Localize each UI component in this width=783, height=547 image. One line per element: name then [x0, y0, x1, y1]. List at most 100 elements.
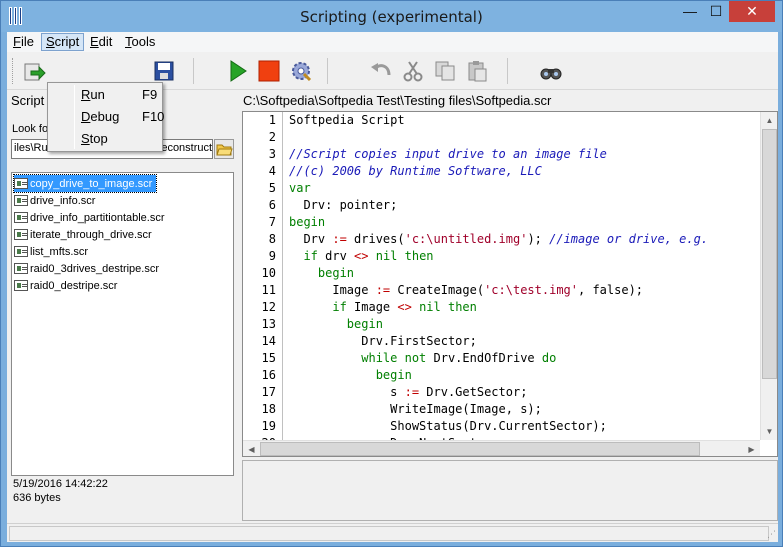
scroll-right-icon[interactable]: ▶	[743, 441, 760, 456]
code-editor[interactable]: 1 Softpedia Script 2 3 //Script copies input…	[242, 111, 778, 457]
line-number: 15	[261, 351, 276, 365]
menu-edit[interactable]: Edit	[86, 34, 116, 51]
script-file-icon	[14, 263, 28, 274]
stop-icon[interactable]	[257, 59, 281, 83]
line-number: 4	[268, 164, 276, 178]
code-text: WriteImage(Image, s);	[289, 402, 542, 416]
menu-file[interactable]: File	[9, 34, 38, 51]
options-gear-icon[interactable]	[289, 59, 313, 83]
menu-tools[interactable]: Tools	[121, 34, 159, 51]
line-number: 5	[268, 181, 276, 195]
script-file-icon	[14, 212, 28, 223]
script-menu-dropdown: Run F9 Debug F10 Stop	[47, 82, 164, 152]
code-text: if drv <> nil then	[303, 249, 434, 263]
script-file-icon	[14, 229, 28, 240]
code-text: Softpedia Script	[289, 113, 405, 127]
line-number: 6	[268, 198, 276, 212]
script-file-list[interactable]: copy_drive_to_image.scr drive_info.scr d…	[11, 172, 234, 476]
scroll-left-icon[interactable]: ◀	[243, 441, 260, 456]
line-number: 18	[261, 402, 276, 416]
menu-bar: File Script Edit Tools	[7, 32, 778, 52]
code-text: s := Drv.GetSector;	[289, 385, 528, 399]
code-text: var	[289, 181, 311, 195]
run-shortcut: F9	[142, 87, 158, 102]
code-text: begin	[346, 317, 383, 331]
code-text: begin	[375, 368, 412, 382]
toolbar-grip[interactable]	[12, 58, 15, 84]
main-window: Scripting (experimental) — ☐ ✕ File Scri…	[0, 0, 783, 547]
toolbar-separator	[507, 58, 508, 84]
script-file-item[interactable]: raid0_3drives_destripe.scr	[14, 260, 163, 277]
toolbar-separator	[193, 58, 194, 84]
code-text: Drv := drives('c:\untitled.img'); //imag…	[289, 232, 709, 246]
undo-icon[interactable]	[369, 59, 393, 83]
run-icon[interactable]	[225, 59, 249, 83]
script-file-item[interactable]: drive_info_partitiontable.scr	[14, 209, 169, 226]
code-text: Drv.FirstSector;	[289, 334, 477, 348]
window-title: Scripting (experimental)	[300, 8, 483, 26]
line-number: 19	[261, 419, 276, 433]
line-number: 12	[261, 300, 276, 314]
file-size: 636 bytes	[13, 492, 61, 504]
code-text: //Script copies input drive to an image …	[289, 147, 607, 161]
script-file-icon	[14, 246, 28, 257]
script-file-item[interactable]: drive_info.scr	[14, 192, 99, 209]
line-number: 3	[268, 147, 276, 161]
toolbar-separator	[327, 58, 328, 84]
vertical-scrollbar[interactable]: ▲ ▼	[760, 112, 777, 440]
scripts-pane: Script Look for scripts in: iles\Runtime…	[7, 91, 237, 521]
editor-file-path: C:\Softpedia\Softpedia Test\Testing file…	[243, 93, 552, 108]
code-text: begin	[317, 266, 355, 280]
line-number: 10	[261, 266, 276, 280]
horizontal-scrollbar[interactable]: ◀ ▶	[243, 440, 760, 456]
script-file-icon	[14, 280, 28, 291]
debug-shortcut: F10	[142, 109, 165, 124]
menu-item-debug[interactable]: Debug F10	[50, 107, 164, 128]
menu-script[interactable]: Script	[41, 33, 85, 51]
script-file-item[interactable]: copy_drive_to_image.scr	[12, 174, 158, 193]
client-area: File Script Edit Tools Script Look for i…	[7, 32, 778, 542]
line-number: 16	[261, 368, 276, 382]
code-text: Image := CreateImage('c:\test.img', fals…	[289, 283, 644, 297]
status-bar: ⋰	[7, 523, 778, 542]
code-text: begin	[289, 215, 326, 229]
maximize-button[interactable]: ☐	[703, 1, 729, 22]
resize-grip-icon[interactable]: ⋰	[764, 528, 776, 540]
script-file-item[interactable]: list_mfts.scr	[14, 243, 92, 260]
browse-folder-button[interactable]	[214, 139, 234, 159]
find-binoculars-icon[interactable]	[539, 59, 563, 83]
menu-item-run[interactable]: Run F9	[50, 85, 160, 106]
script-file-item[interactable]: raid0_destripe.scr	[14, 277, 121, 294]
scripts-header: Script	[11, 93, 45, 108]
line-number: 1	[268, 113, 276, 127]
line-number: 7	[268, 215, 276, 229]
scroll-up-icon[interactable]: ▲	[761, 112, 777, 129]
line-number: 9	[268, 249, 276, 263]
scroll-down-icon[interactable]: ▼	[761, 423, 777, 440]
close-button[interactable]: ✕	[729, 1, 775, 22]
title-bar[interactable]: Scripting (experimental) — ☐ ✕	[1, 1, 782, 32]
folder-icon	[216, 144, 233, 156]
copy-icon[interactable]	[433, 59, 457, 83]
output-panel[interactable]	[242, 460, 778, 521]
horizontal-scroll-thumb[interactable]	[260, 442, 700, 456]
paste-icon[interactable]	[465, 59, 489, 83]
vertical-scroll-thumb[interactable]	[762, 129, 777, 379]
line-number: 11	[261, 283, 276, 297]
script-file-icon	[14, 178, 28, 189]
code-text: while not Drv.EndOfDrive do	[361, 351, 557, 365]
open-script-icon[interactable]	[23, 59, 47, 83]
menu-item-stop[interactable]: Stop	[50, 129, 160, 150]
minimize-button[interactable]: —	[677, 1, 703, 22]
script-file-item[interactable]: iterate_through_drive.scr	[14, 226, 156, 243]
line-number: 13	[261, 317, 276, 331]
code-text: ShowStatus(Drv.CurrentSector);	[289, 419, 607, 433]
file-date: 5/19/2016 14:42:22	[13, 478, 108, 490]
code-text: //(c) 2006 by Runtime Software, LLC	[289, 164, 542, 178]
line-number: 17	[261, 385, 276, 399]
cut-icon[interactable]	[401, 59, 425, 83]
code-text: if Image <> nil then	[332, 300, 477, 314]
save-script-icon[interactable]	[152, 59, 176, 83]
code-text: Drv: pointer;	[289, 198, 398, 212]
line-number: 2	[268, 130, 276, 144]
